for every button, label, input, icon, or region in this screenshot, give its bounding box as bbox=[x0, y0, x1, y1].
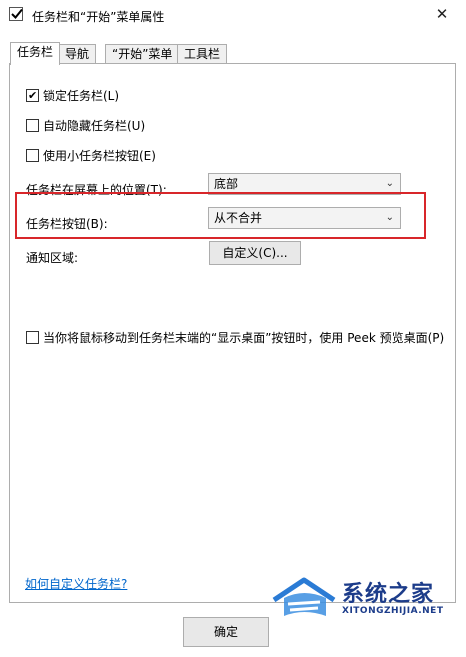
auto-hide-checkbox[interactable]: 自动隐藏任务栏(U) bbox=[26, 117, 145, 133]
title-bar: 任务栏和“开始”菜单属性 ✕ bbox=[0, 0, 466, 32]
tab-panel: ✔ 锁定任务栏(L) 自动隐藏任务栏(U) 使用小任务栏按钮(E) 任务栏在屏幕… bbox=[9, 63, 456, 603]
tab-start-menu[interactable]: “开始”菜单 bbox=[105, 44, 180, 64]
checkbox-app-icon bbox=[9, 7, 23, 21]
small-buttons-label: 使用小任务栏按钮(E) bbox=[43, 148, 156, 163]
watermark: 系统之家 XITONGZHIJIA.NET bbox=[270, 574, 465, 624]
lock-taskbar-checkbox[interactable]: ✔ 锁定任务栏(L) bbox=[26, 87, 119, 103]
tab-taskbar[interactable]: 任务栏 bbox=[10, 42, 61, 65]
chevron-down-icon: ⌄ bbox=[385, 212, 394, 223]
peek-label: 当你将鼠标移动到任务栏末端的“显示桌面”按钮时，使用 Peek 预览桌面(P) bbox=[43, 330, 445, 345]
taskbar-location-label: 任务栏在屏幕上的位置(T): bbox=[26, 183, 167, 197]
close-icon[interactable]: ✕ bbox=[432, 4, 452, 24]
checkbox-box[interactable] bbox=[26, 148, 39, 162]
checkbox-box[interactable]: ✔ bbox=[26, 88, 39, 102]
window-title: 任务栏和“开始”菜单属性 bbox=[32, 10, 165, 24]
watermark-title: 系统之家 bbox=[342, 582, 435, 607]
lock-taskbar-label: 锁定任务栏(L) bbox=[43, 88, 120, 103]
watermark-subtitle: XITONGZHIJIA.NET bbox=[342, 606, 444, 616]
tab-navigation[interactable]: 导航 bbox=[58, 44, 97, 64]
auto-hide-label: 自动隐藏任务栏(U) bbox=[43, 118, 146, 133]
peek-checkbox[interactable]: 当你将鼠标移动到任务栏末端的“显示桌面”按钮时，使用 Peek 预览桌面(P) bbox=[26, 329, 444, 345]
checkbox-box[interactable] bbox=[26, 118, 39, 132]
taskbar-location-value: 底部 bbox=[214, 177, 239, 191]
house-logo-icon bbox=[272, 577, 336, 616]
chevron-down-icon: ⌄ bbox=[385, 178, 394, 189]
taskbar-location-select[interactable]: 底部 ⌄ bbox=[208, 173, 401, 195]
taskbar-buttons-label: 任务栏按钮(B): bbox=[26, 217, 108, 231]
ok-button[interactable]: 确定 bbox=[183, 617, 269, 647]
small-buttons-checkbox[interactable]: 使用小任务栏按钮(E) bbox=[26, 147, 156, 163]
checkbox-box[interactable] bbox=[26, 330, 39, 344]
customize-button[interactable]: 自定义(C)... bbox=[209, 241, 301, 265]
check-icon: ✔ bbox=[28, 88, 38, 102]
taskbar-buttons-value: 从不合并 bbox=[214, 211, 263, 225]
notification-area-label: 通知区域: bbox=[26, 251, 79, 265]
customize-taskbar-link[interactable]: 如何自定义任务栏? bbox=[25, 575, 127, 592]
tab-toolbars[interactable]: 工具栏 bbox=[177, 44, 228, 64]
taskbar-buttons-select[interactable]: 从不合并 ⌄ bbox=[208, 207, 401, 229]
